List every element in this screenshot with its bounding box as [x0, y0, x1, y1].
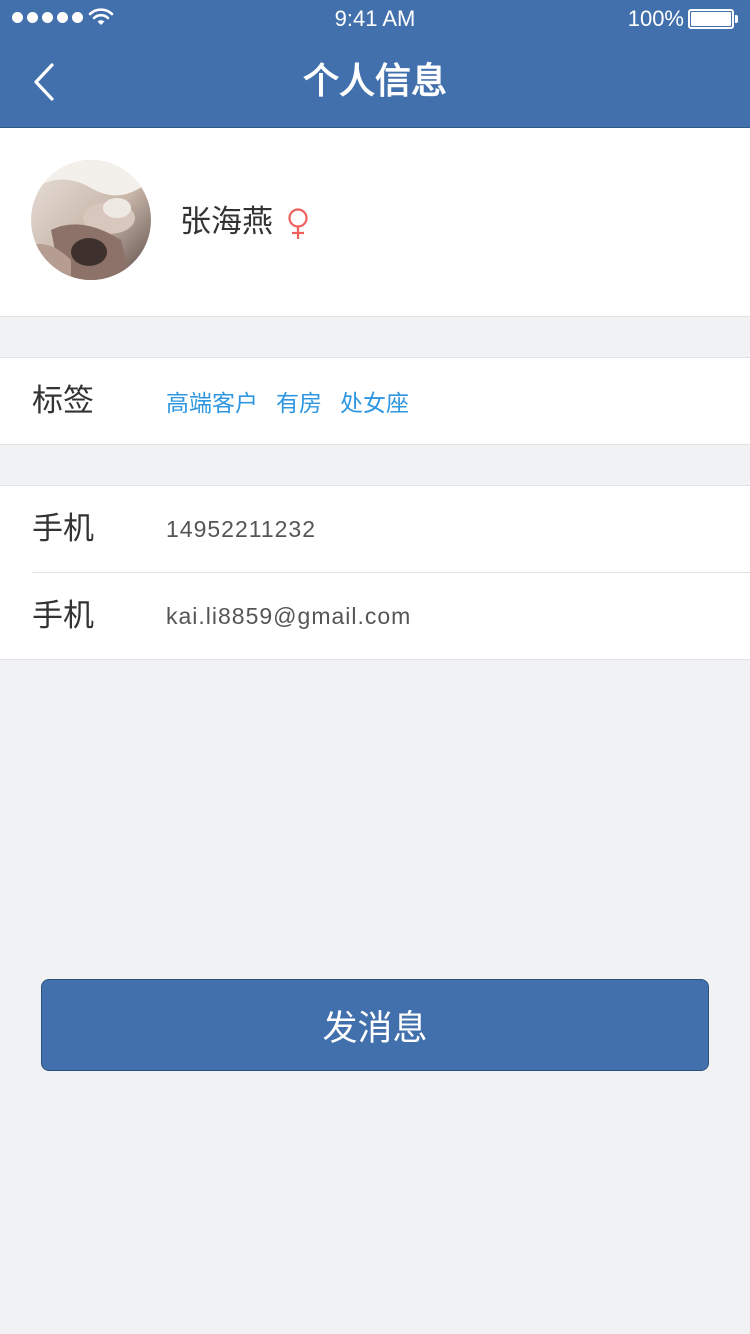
battery-percentage: 100%	[627, 6, 684, 31]
avatar[interactable]	[31, 160, 151, 280]
phone-row[interactable]: 手机 14952211232	[0, 486, 750, 573]
email-value: kai.li8859@gmail.com	[166, 603, 412, 629]
female-symbol-icon	[288, 208, 308, 239]
status-bar: 9:41 AM 100%	[0, 0, 750, 36]
avatar-photo	[31, 160, 151, 280]
page-title: 个人信息	[302, 61, 447, 102]
phone-label: 手机	[32, 511, 94, 547]
top-bar: 9:41 AM 100% 个人信息	[0, 0, 750, 128]
battery-icon	[688, 9, 738, 29]
user-name: 张海燕	[180, 204, 273, 240]
send-message-button[interactable]: 发消息	[41, 979, 709, 1071]
email-label: 手机	[32, 598, 94, 634]
profile-card: 张海燕	[0, 128, 750, 317]
tag-list: 高端客户 有房 处女座	[166, 358, 409, 444]
contact-card: 手机 14952211232 手机 kai.li8859@gmail.com	[0, 485, 750, 660]
email-row[interactable]: 手机 kai.li8859@gmail.com	[0, 573, 750, 659]
tags-row: 标签 高端客户 有房 处女座	[0, 357, 750, 445]
tag-item[interactable]: 处女座	[340, 384, 409, 418]
tags-label: 标签	[32, 383, 94, 419]
tag-item[interactable]: 高端客户	[166, 384, 258, 418]
phone-value: 14952211232	[166, 516, 316, 542]
tag-item[interactable]: 有房	[276, 384, 322, 418]
